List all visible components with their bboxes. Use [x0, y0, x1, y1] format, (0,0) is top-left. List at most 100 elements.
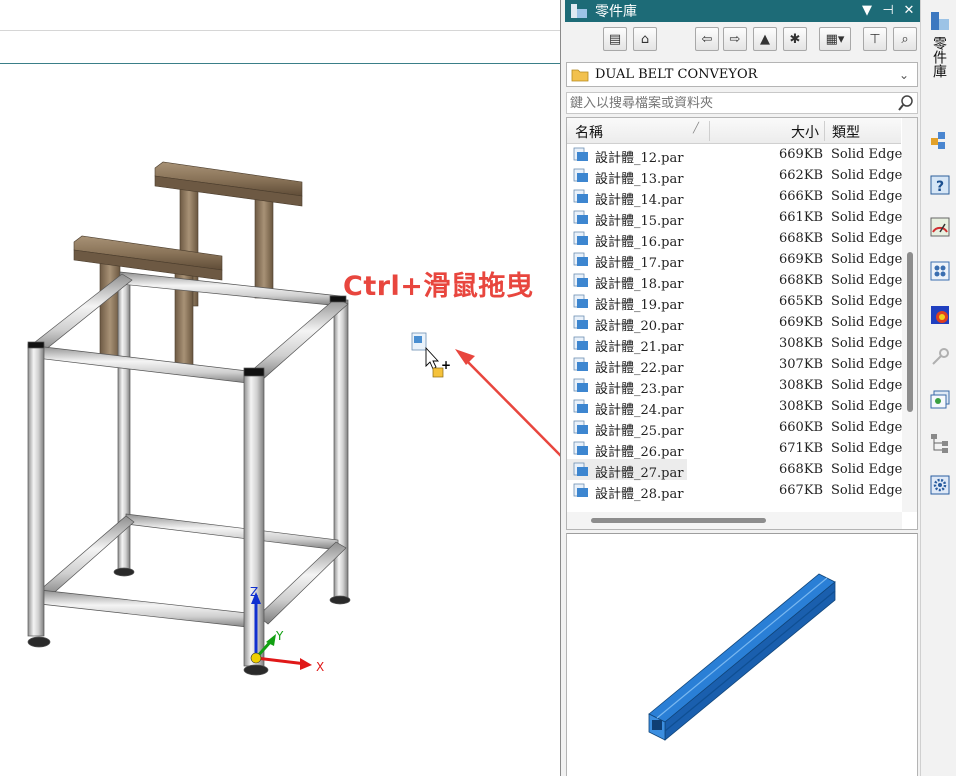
file-row[interactable]: 設計體_13.par 662KB Solid Edge: [567, 165, 903, 187]
sensor-icon[interactable]: [929, 216, 951, 238]
file-name: 設計體_21.par: [595, 340, 684, 355]
file-row[interactable]: 設計體_25.par 660KB Solid Edge: [567, 417, 903, 439]
chevron-down-icon[interactable]: ⌄: [899, 68, 917, 82]
file-list[interactable]: 名稱 ╱ 大小 類型 設計體_12.par 669KB Solid Edge 設計體_…: [566, 117, 918, 530]
part-file-icon: [573, 168, 588, 182]
vertical-scrollbar[interactable]: [902, 118, 917, 512]
file-row[interactable]: 設計體_20.par 669KB Solid Edge: [567, 312, 903, 334]
file-row[interactable]: 設計體_22.par 307KB Solid Edge: [567, 354, 902, 376]
new-folder-icon[interactable]: ✱: [783, 27, 807, 51]
file-type: Solid Edge: [831, 168, 903, 183]
part-file-icon: [573, 189, 588, 203]
color-map-icon[interactable]: [929, 304, 951, 326]
file-list-header: 名稱 ╱ 大小 類型: [567, 118, 901, 144]
part-file-icon: [573, 231, 588, 245]
parts-library-tab[interactable]: 零件庫: [931, 36, 949, 78]
column-type[interactable]: 類型: [832, 122, 860, 142]
settings-icon[interactable]: [929, 474, 951, 496]
file-row[interactable]: 設計體_18.par 668KB Solid Edge: [567, 270, 902, 292]
file-name: 設計體_15.par: [595, 214, 684, 229]
file-size: 668KB: [779, 462, 824, 477]
file-row[interactable]: 設計體_15.par 661KB Solid Edge: [567, 207, 903, 229]
graphics-window[interactable]: Z X Y + Ctrl+滑鼠拖曳: [0, 0, 560, 776]
file-size: 668KB: [779, 273, 824, 288]
up-folder-icon[interactable]: ▲: [753, 27, 777, 51]
axis-y-label: Y: [275, 629, 284, 643]
view-folders-icon[interactable]: ▤: [603, 27, 627, 51]
file-name: 設計體_13.par: [595, 172, 684, 187]
file-size: 661KB: [779, 210, 824, 225]
file-size: 669KB: [779, 252, 824, 267]
part-file-icon: [573, 210, 588, 224]
file-row[interactable]: 設計體_28.par 667KB Solid Edge: [567, 480, 902, 502]
search-box[interactable]: [566, 92, 918, 114]
file-name: 設計體_24.par: [595, 403, 684, 418]
folder-selector[interactable]: DUAL BELT CONVEYOR ⌄: [566, 62, 918, 87]
file-size: 668KB: [779, 231, 824, 246]
back-icon[interactable]: ⇦: [695, 27, 719, 51]
axis-x-label: X: [316, 660, 324, 674]
assembly-icon[interactable]: [929, 130, 951, 152]
part-file-icon: [573, 357, 588, 371]
file-row[interactable]: 設計體_27.par 668KB Solid Edge: [567, 459, 902, 481]
part-file-icon: [573, 147, 588, 161]
sort-indicator-icon: ╱: [693, 123, 700, 134]
file-type: Solid Edge: [831, 210, 903, 225]
file-row[interactable]: 設計體_26.par 671KB Solid Edge: [567, 438, 902, 460]
file-name: 設計體_22.par: [595, 361, 684, 376]
search-icon[interactable]: ⌕: [893, 27, 917, 51]
view-options-icon[interactable]: ▦▾: [819, 27, 851, 51]
preview-part-image: [648, 573, 836, 741]
search-input[interactable]: [570, 95, 897, 111]
tree-icon[interactable]: [929, 432, 951, 454]
panel-title-bar[interactable]: 零件庫 ▼ ⊣ ✕: [565, 0, 921, 22]
pin-icon[interactable]: ⊣: [879, 2, 897, 20]
forward-icon[interactable]: ⇨: [723, 27, 747, 51]
file-row[interactable]: 設計體_12.par 669KB Solid Edge: [567, 144, 902, 166]
file-name: 設計體_27.par: [595, 466, 684, 481]
assembly-model[interactable]: Z X Y +: [0, 0, 560, 776]
part-file-icon: [573, 252, 588, 266]
file-size: 662KB: [779, 168, 824, 183]
part-file-icon: [573, 441, 588, 455]
part-file-icon: [573, 483, 588, 497]
part-file-icon: [573, 336, 588, 350]
file-row[interactable]: 設計體_14.par 666KB Solid Edge: [567, 186, 902, 208]
layers-icon[interactable]: [929, 260, 951, 282]
file-type: Solid Edge: [831, 231, 903, 246]
part-file-icon: [573, 273, 588, 287]
svg-text:?: ?: [936, 179, 944, 195]
home-icon[interactable]: ⌂: [633, 27, 657, 51]
file-name: 設計體_12.par: [595, 151, 684, 166]
file-row[interactable]: 設計體_17.par 669KB Solid Edge: [567, 249, 903, 271]
file-type: Solid Edge: [831, 252, 903, 267]
filter-icon[interactable]: ⊤: [863, 27, 887, 51]
file-name: 設計體_18.par: [595, 277, 684, 292]
part-file-icon: [573, 315, 588, 329]
horizontal-scrollbar[interactable]: [567, 512, 902, 529]
column-name[interactable]: 名稱: [575, 122, 603, 142]
file-type: Solid Edge: [831, 336, 903, 351]
file-row[interactable]: 設計體_21.par 308KB Solid Edge: [567, 333, 903, 355]
parts-library-tab-icon[interactable]: [929, 10, 951, 32]
magnifier-icon[interactable]: [897, 94, 915, 112]
key-icon[interactable]: [929, 346, 951, 368]
file-rows: 設計體_12.par 669KB Solid Edge 設計體_13.par 662KB…: [567, 144, 903, 502]
help-icon[interactable]: ?: [929, 174, 951, 196]
panel-title: 零件庫: [595, 4, 637, 20]
file-row[interactable]: 設計體_19.par 665KB Solid Edge: [567, 291, 902, 313]
file-type: Solid Edge: [831, 378, 903, 393]
file-type: Solid Edge: [831, 420, 903, 435]
file-name: 設計體_19.par: [595, 298, 684, 313]
file-row[interactable]: 設計體_24.par 308KB Solid Edge: [567, 396, 902, 418]
file-name: 設計體_20.par: [595, 319, 684, 334]
file-name: 設計體_23.par: [595, 382, 684, 397]
pin-dropdown-icon[interactable]: ▼: [858, 2, 876, 20]
file-type: Solid Edge: [831, 315, 903, 330]
close-icon[interactable]: ✕: [900, 2, 918, 20]
panel-toolbar: ▤ ⌂ ⇦ ⇨ ▲ ✱ ▦▾ ⊤ ⌕: [565, 22, 921, 56]
views-icon[interactable]: [929, 388, 951, 410]
column-size[interactable]: 大小: [791, 122, 819, 142]
file-row[interactable]: 設計體_23.par 308KB Solid Edge: [567, 375, 903, 397]
file-row[interactable]: 設計體_16.par 668KB Solid Edge: [567, 228, 903, 250]
